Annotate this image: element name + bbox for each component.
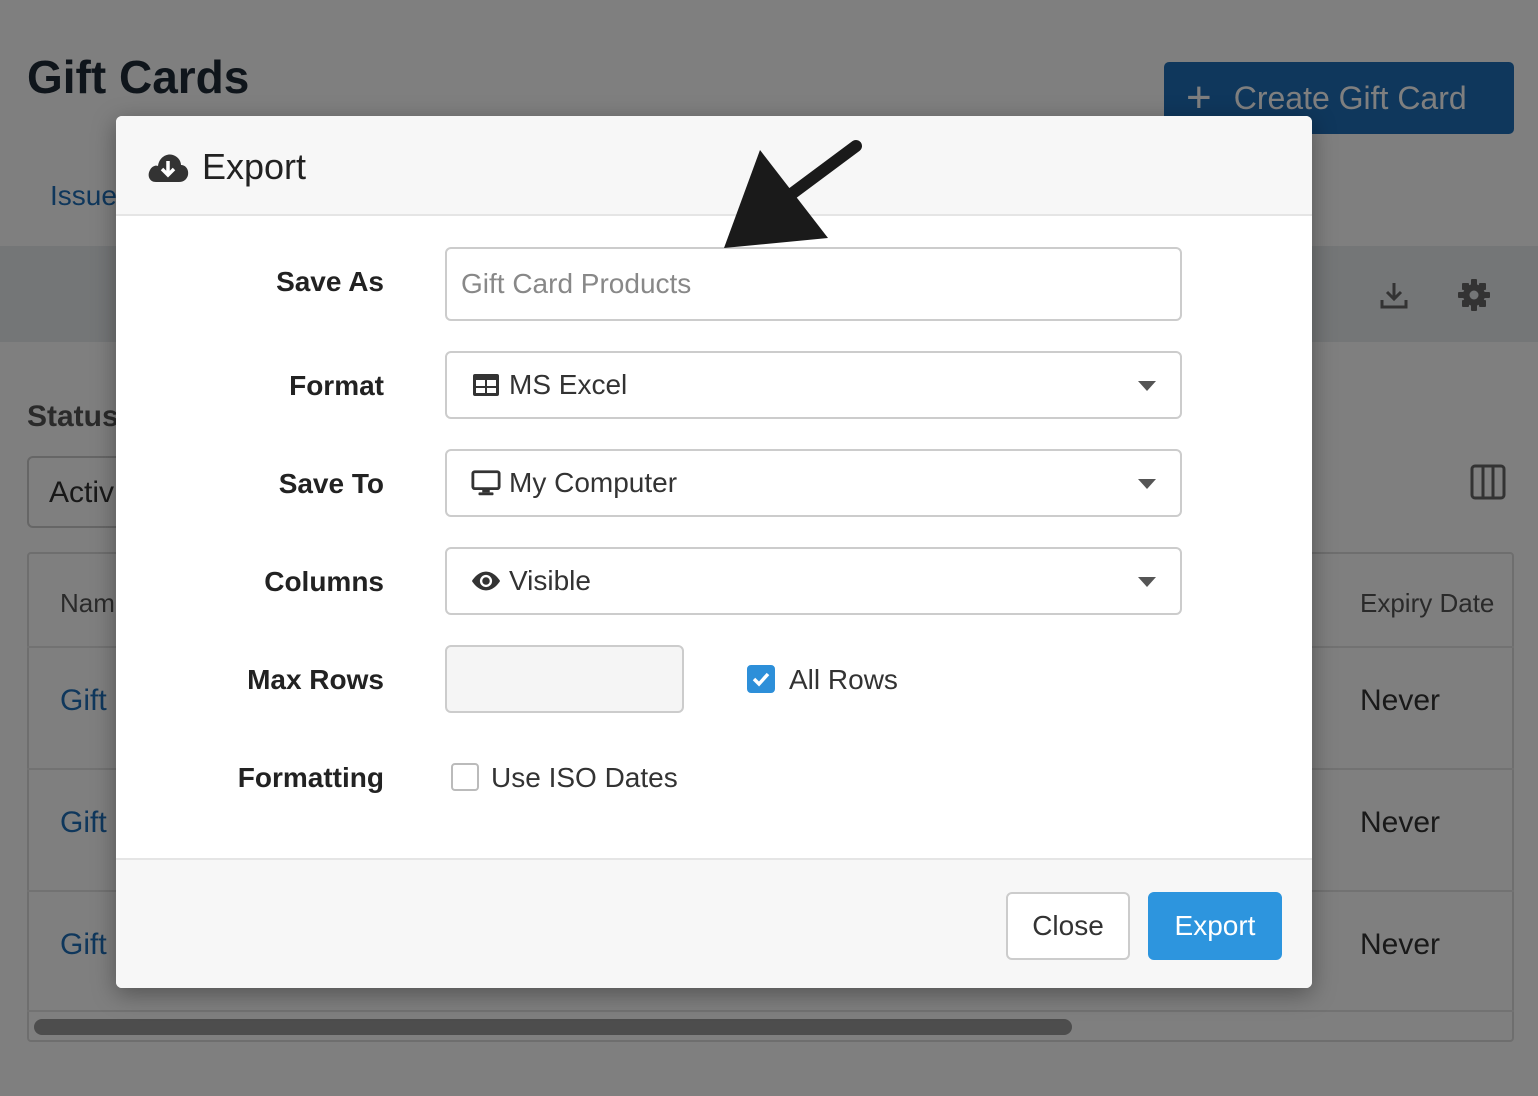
- export-button[interactable]: Export: [1148, 892, 1282, 960]
- desktop-icon: [471, 468, 501, 498]
- modal-title: Export: [202, 146, 307, 187]
- save-to-select[interactable]: My Computer: [445, 449, 1182, 517]
- save-as-label: Save As: [276, 266, 384, 297]
- save-as-input[interactable]: [445, 247, 1182, 321]
- chevron-down-icon: [1138, 381, 1156, 391]
- all-rows-checkbox[interactable]: [747, 665, 775, 693]
- annotation-arrow-icon: [724, 140, 862, 248]
- format-label: Format: [289, 370, 384, 401]
- format-value: MS Excel: [509, 369, 628, 400]
- max-rows-input[interactable]: [445, 645, 684, 713]
- columns-value: Visible: [509, 565, 591, 596]
- cloud-download-icon: [146, 148, 190, 184]
- eye-icon: [471, 566, 501, 596]
- format-select[interactable]: MS Excel: [445, 351, 1182, 419]
- checkmark-icon: [752, 672, 770, 687]
- columns-label: Columns: [264, 566, 384, 597]
- use-iso-dates-checkbox[interactable]: [451, 763, 479, 791]
- chevron-down-icon: [1138, 479, 1156, 489]
- save-to-value: My Computer: [509, 467, 678, 498]
- use-iso-dates-label[interactable]: Use ISO Dates: [491, 762, 678, 794]
- save-to-label: Save To: [278, 468, 384, 499]
- max-rows-label: Max Rows: [247, 664, 384, 695]
- formatting-label: Formatting: [237, 762, 384, 793]
- modal-footer: Close Export: [116, 858, 1312, 988]
- columns-select[interactable]: Visible: [445, 547, 1182, 615]
- chevron-down-icon: [1138, 577, 1156, 587]
- close-button[interactable]: Close: [1006, 892, 1130, 960]
- all-rows-label[interactable]: All Rows: [789, 664, 898, 696]
- table-icon: [471, 370, 501, 400]
